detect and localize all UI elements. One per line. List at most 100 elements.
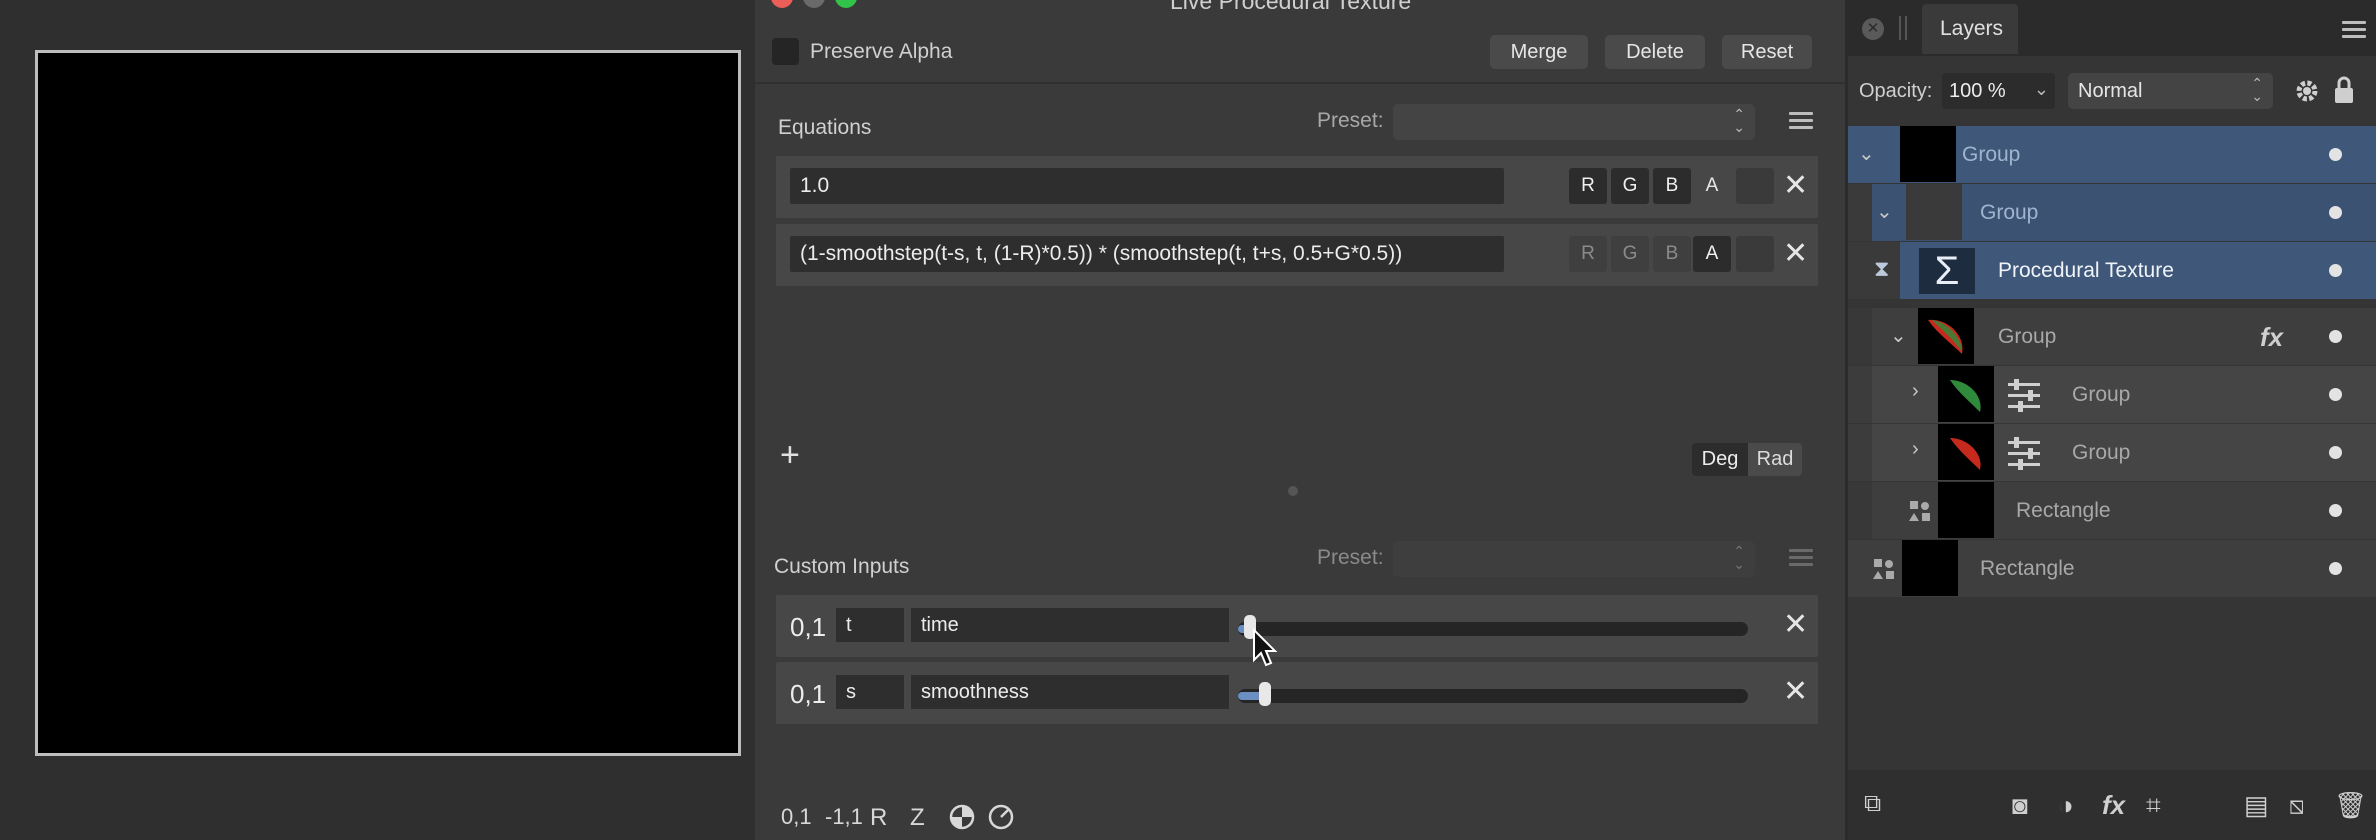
add-pixel-layer-icon[interactable]: ▤ — [2244, 790, 2269, 821]
blend-mode-select[interactable]: Normal ⌃ ⌄ — [2068, 73, 2273, 109]
equations-menu-icon[interactable] — [1789, 108, 1813, 133]
channel-r-toggle[interactable]: R — [1569, 168, 1607, 204]
lock-icon[interactable] — [2332, 75, 2356, 105]
remove-equation-icon[interactable]: ✕ — [1783, 171, 1808, 201]
layer-row[interactable]: ⌄ Group — [1848, 184, 2376, 241]
inputs-preset-select[interactable]: ⌃ ⌄ — [1393, 541, 1755, 577]
degrees-toggle[interactable]: Deg — [1692, 443, 1748, 476]
opacity-field[interactable]: 100 % ⌄ — [1942, 73, 2055, 109]
close-panel-icon[interactable]: ✕ — [1862, 18, 1884, 40]
fx-icon[interactable]: fx — [2102, 790, 2125, 821]
blend-mode-value: Normal — [2078, 80, 2143, 102]
trash-icon[interactable]: 🗑 — [2334, 790, 2367, 821]
equations-preset-select[interactable]: ⌃ ⌄ — [1393, 104, 1755, 140]
document-canvas[interactable] — [35, 50, 741, 756]
channel-a-toggle[interactable]: A — [1693, 236, 1731, 272]
layer-row[interactable]: › Group — [1848, 424, 2376, 481]
panel-bottom-toolbar: ⧉ ◙ ◑ fx ⌗ ▤ ⧅ 🗑 — [1848, 770, 2376, 840]
close-window-button[interactable] — [771, 0, 793, 8]
resize-handle[interactable] — [1288, 486, 1298, 496]
radial-gradient-icon[interactable] — [948, 803, 976, 831]
green-leaf-thumbnail-icon — [1950, 380, 1981, 412]
visibility-dot[interactable] — [2329, 206, 2342, 219]
color-swatch[interactable] — [1736, 236, 1774, 272]
chevron-down-icon[interactable]: ⌄ — [2034, 79, 2049, 100]
radians-toggle[interactable]: Rad — [1748, 443, 1802, 476]
angle-icon[interactable] — [987, 803, 1015, 831]
visibility-dot[interactable] — [2329, 264, 2342, 277]
layer-options-icon[interactable]: ⧉ — [1864, 790, 1881, 818]
stepper-icon: ⌃ ⌄ — [1733, 106, 1745, 135]
visibility-dot[interactable] — [2329, 148, 2342, 161]
tab-layers[interactable]: Layers — [1922, 4, 2018, 54]
layer-row[interactable]: ⌄ Group — [1848, 126, 2376, 183]
live-filter-icon[interactable]: ⌗ — [2146, 790, 2161, 822]
layer-row[interactable]: Rectangle — [1848, 482, 2376, 539]
chevron-down-icon[interactable]: ⌄ — [1890, 323, 1907, 348]
channel-a-toggle[interactable]: A — [1693, 168, 1731, 204]
channel-b-toggle[interactable]: B — [1653, 236, 1691, 272]
visibility-dot[interactable] — [2329, 504, 2342, 517]
layer-thumbnail — [1906, 184, 1962, 240]
minimize-window-button[interactable] — [803, 0, 825, 8]
visibility-dot[interactable] — [2329, 330, 2342, 343]
inputs-menu-icon[interactable] — [1789, 545, 1813, 570]
layer-thumbnail — [1938, 482, 1994, 538]
range-label[interactable]: 0,1 — [790, 679, 826, 710]
maximize-window-button[interactable] — [835, 0, 857, 8]
layer-row[interactable]: › Group — [1848, 366, 2376, 423]
layer-row[interactable]: ⧗ Σ Procedural Texture — [1848, 242, 2376, 299]
add-group-icon[interactable]: ⧅ — [2288, 790, 2305, 822]
color-swatch[interactable] — [1736, 168, 1774, 204]
hourglass-icon: ⧗ — [1874, 256, 1890, 281]
gear-icon[interactable] — [2293, 77, 2321, 105]
reset-button[interactable]: Reset — [1722, 35, 1812, 69]
insert-z-button[interactable]: Z — [910, 804, 925, 832]
channel-g-toggle[interactable]: G — [1611, 236, 1649, 272]
chevron-down-icon[interactable]: ⌄ — [1858, 141, 1875, 166]
indent-bar — [1848, 184, 1872, 241]
panel-menu-icon[interactable] — [2342, 17, 2366, 42]
input-name-field[interactable]: time — [911, 608, 1229, 642]
chevron-down-icon[interactable]: ⌄ — [1876, 199, 1893, 224]
channel-g-toggle[interactable]: G — [1611, 168, 1649, 204]
remove-input-icon[interactable]: ✕ — [1783, 677, 1808, 707]
chevron-right-icon[interactable]: › — [1912, 380, 1919, 403]
layer-row[interactable]: ⌄ Group fx — [1848, 308, 2376, 365]
variable-input[interactable]: t — [836, 608, 904, 642]
chevron-right-icon[interactable]: › — [1912, 438, 1919, 461]
equation-input[interactable]: 1.0 — [790, 168, 1504, 204]
layer-thumbnail — [1902, 540, 1958, 596]
input-slider[interactable] — [1238, 682, 1748, 706]
fx-icon[interactable]: fx — [2260, 322, 2283, 353]
remove-input-icon[interactable]: ✕ — [1783, 610, 1808, 640]
remove-equation-icon[interactable]: ✕ — [1783, 239, 1808, 269]
channel-r-toggle[interactable]: R — [1569, 236, 1607, 272]
add-equation-button[interactable]: + — [780, 436, 800, 475]
variable-input[interactable]: s — [836, 675, 904, 709]
mask-layer-icon[interactable]: ◙ — [2012, 790, 2028, 821]
merge-button[interactable]: Merge — [1490, 35, 1588, 69]
preserve-alpha-checkbox[interactable] — [772, 38, 799, 65]
procedural-texture-dialog: Live Procedural Texture Preserve Alpha M… — [755, 0, 1845, 840]
layer-row[interactable]: Rectangle — [1848, 540, 2376, 597]
channel-b-toggle[interactable]: B — [1653, 168, 1691, 204]
adjustment-icon[interactable]: ◑ — [2058, 790, 2074, 821]
visibility-dot[interactable] — [2329, 388, 2342, 401]
slider-thumb[interactable] — [1259, 682, 1271, 706]
range-label[interactable]: 0,1 — [790, 612, 826, 643]
custom-input-row: 0,1 s smoothness ✕ — [776, 662, 1818, 724]
opacity-value: 100 % — [1949, 80, 2006, 102]
panel-grip-icon[interactable] — [1899, 16, 1907, 40]
visibility-dot[interactable] — [2329, 446, 2342, 459]
layer-name: Procedural Texture — [1998, 259, 2174, 282]
input-slider[interactable] — [1238, 615, 1748, 639]
insert-range-01-button[interactable]: 0,1 — [781, 804, 812, 830]
visibility-dot[interactable] — [2329, 562, 2342, 575]
custom-inputs-label: Custom Inputs — [774, 555, 910, 578]
delete-button[interactable]: Delete — [1605, 35, 1705, 69]
insert-range-11-button[interactable]: -1,1 — [825, 804, 863, 830]
input-name-field[interactable]: smoothness — [911, 675, 1229, 709]
equation-input[interactable]: (1-smoothstep(t-s, t, (1-R)*0.5)) * (smo… — [790, 236, 1504, 272]
insert-r-button[interactable]: R — [870, 804, 887, 832]
